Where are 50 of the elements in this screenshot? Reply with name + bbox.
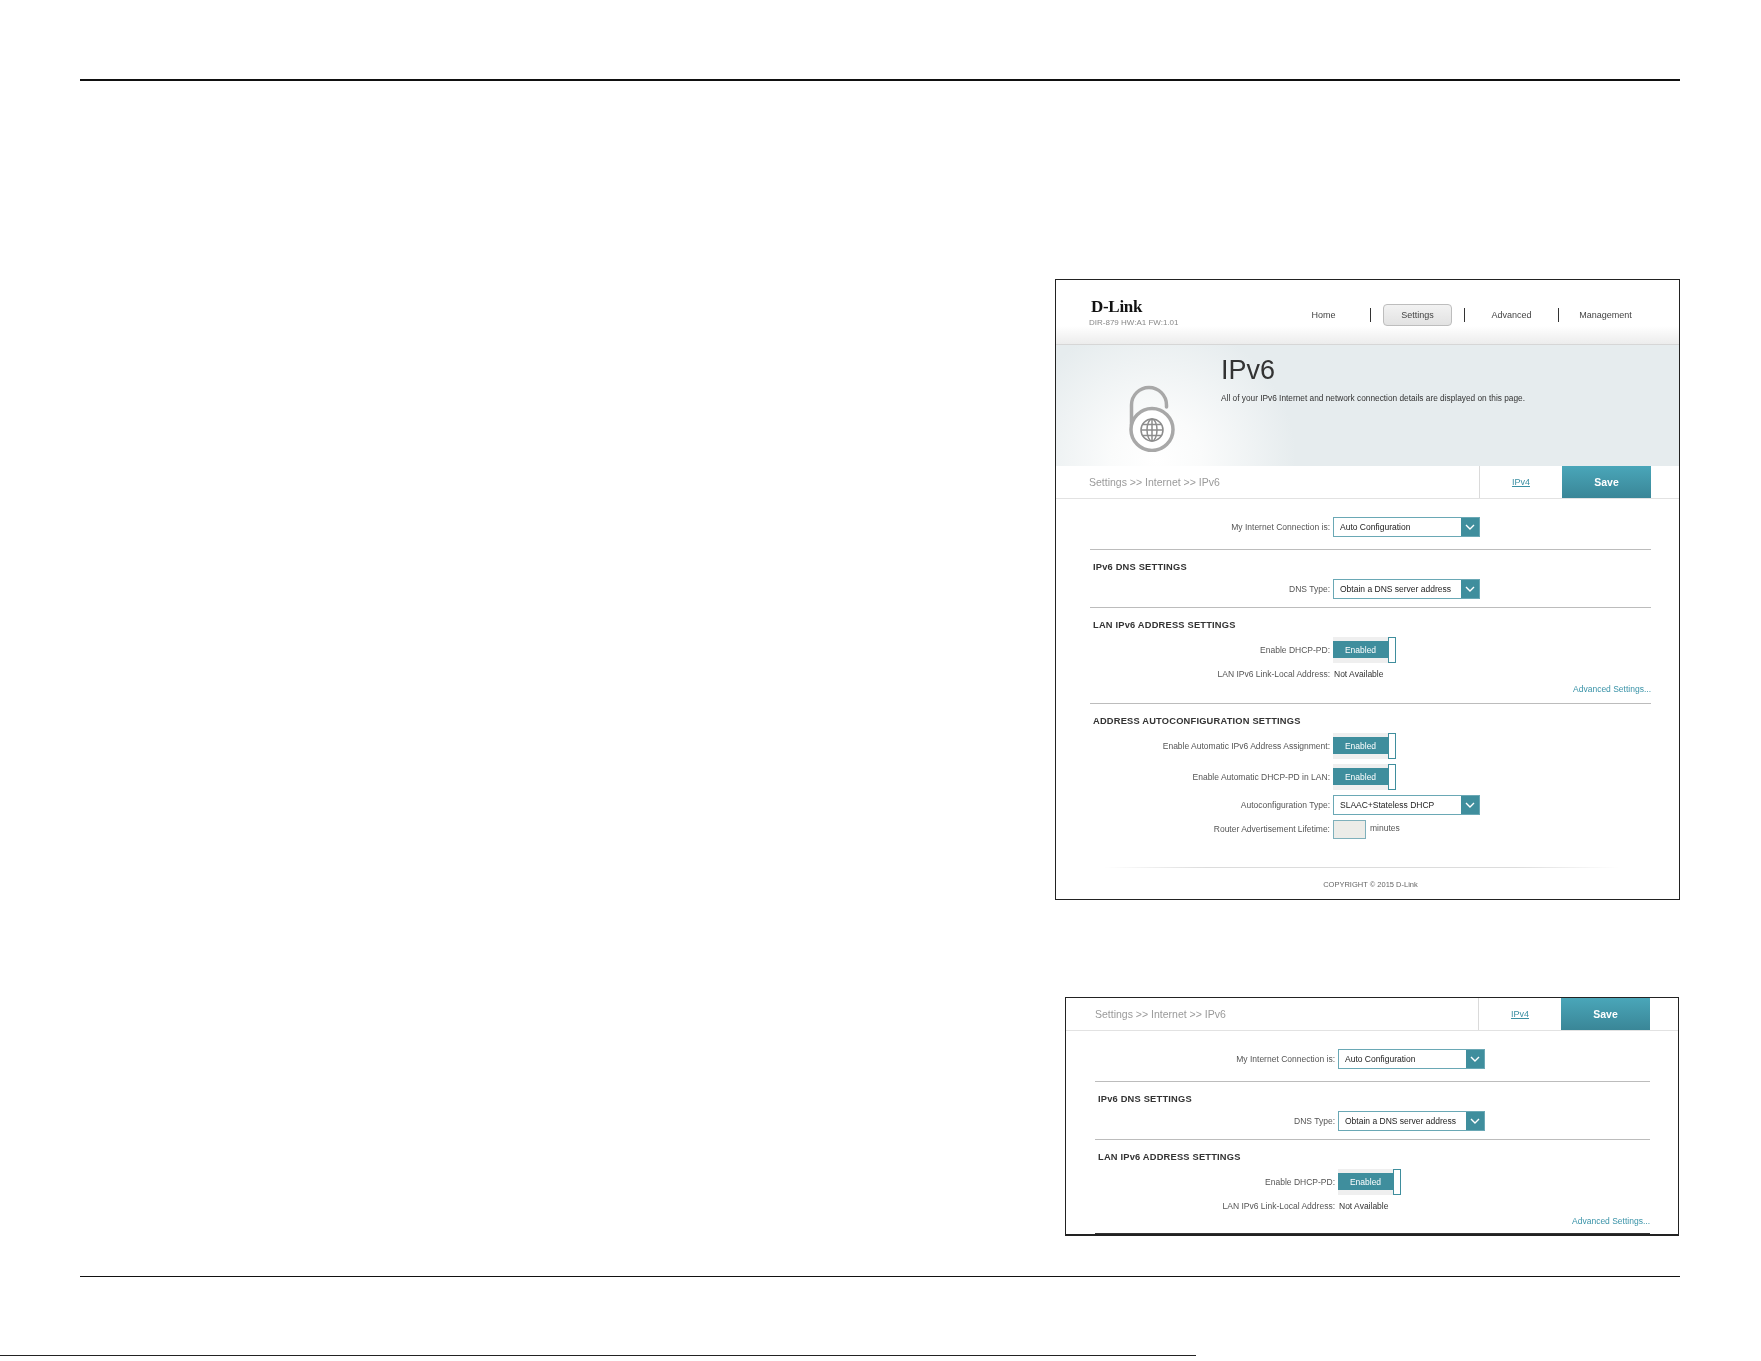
save-button[interactable]: Save — [1562, 465, 1651, 498]
field-label: My Internet Connection is: — [1236, 1052, 1335, 1065]
breadcrumb: Settings >> Internet >> IPv6 — [1088, 475, 1221, 488]
dropdown-select[interactable]: Obtain a DNS server address — [1338, 1110, 1485, 1131]
field-value: Not Available — [1338, 1199, 1389, 1212]
chevron-down-icon — [1461, 517, 1479, 536]
advanced-settings-link[interactable]: Advanced Settings... — [1573, 682, 1651, 695]
chevron-down-icon — [1461, 579, 1479, 598]
page-title: IPv6 — [1221, 354, 1277, 385]
field-value: Not Available — [1333, 667, 1384, 680]
save-button[interactable]: Save — [1561, 997, 1650, 1030]
field-label: LAN IPv6 Link-Local Address: — [1222, 1199, 1335, 1212]
field-label: Enable DHCP-PD: — [1260, 643, 1330, 656]
chevron-down-icon — [1466, 1111, 1484, 1130]
logo: D-Link — [1090, 298, 1144, 315]
field-label: Enable DHCP-PD: — [1265, 1175, 1335, 1188]
toggle-switch[interactable]: Enabled — [1333, 732, 1396, 759]
toggle-switch[interactable]: Enabled — [1333, 636, 1396, 663]
section-heading: LAN IPv6 ADDRESS SETTINGS — [1097, 1150, 1242, 1163]
field-label: DNS Type: — [1294, 1114, 1335, 1127]
page-description: All of your IPv6 Internet and network connection details are displayed on this page. — [1221, 392, 1525, 403]
field-label: My Internet Connection is: — [1231, 520, 1330, 533]
field-label: DNS Type: — [1289, 582, 1330, 595]
nav-tab[interactable]: Home — [1289, 303, 1358, 326]
dropdown-select[interactable]: Obtain a DNS server address — [1333, 578, 1480, 599]
toggle-switch[interactable]: Enabled — [1333, 763, 1396, 790]
field-label: Enable Automatic DHCP-PD in LAN: — [1192, 770, 1330, 783]
nav-tab[interactable]: Management — [1571, 303, 1640, 326]
section-heading: IPv6 DNS SETTINGS — [1092, 560, 1188, 573]
toggle-switch[interactable]: Enabled — [1338, 1168, 1401, 1195]
field-label: LAN IPv6 Link-Local Address: — [1217, 667, 1330, 680]
model-info: DIR-879 HW:A1 FW:1.01 — [1089, 316, 1179, 328]
field-label: Router Advertisement Lifetime: — [1213, 823, 1330, 835]
section-heading: LAN IPv6 ADDRESS SETTINGS — [1092, 618, 1237, 631]
section-heading: IPv6 DNS SETTINGS — [1097, 1092, 1193, 1105]
chevron-down-icon — [1461, 795, 1479, 814]
padlock-globe-icon — [1128, 384, 1176, 452]
breadcrumb: Settings >> Internet >> IPv6 — [1094, 1007, 1227, 1020]
field-label: Enable Automatic IPv6 Address Assignment: — [1162, 739, 1330, 752]
nav-tab[interactable]: Advanced — [1477, 303, 1546, 326]
section-heading: ADDRESS AUTOCONFIGURATION SETTINGS — [1092, 714, 1302, 727]
advanced-settings-link[interactable]: Advanced Settings... — [1572, 1214, 1650, 1227]
field-label: Autoconfiguration Type: — [1240, 798, 1330, 811]
nav-tab[interactable]: Settings — [1383, 303, 1452, 326]
dropdown-select[interactable]: Auto Configuration — [1333, 516, 1480, 537]
dropdown-select[interactable]: SLAAC+Stateless DHCP — [1333, 794, 1480, 815]
unit-label: minutes — [1370, 823, 1400, 833]
chevron-down-icon — [1466, 1049, 1484, 1068]
input-field[interactable] — [1333, 819, 1366, 839]
dropdown-select[interactable]: Auto Configuration — [1338, 1048, 1485, 1069]
